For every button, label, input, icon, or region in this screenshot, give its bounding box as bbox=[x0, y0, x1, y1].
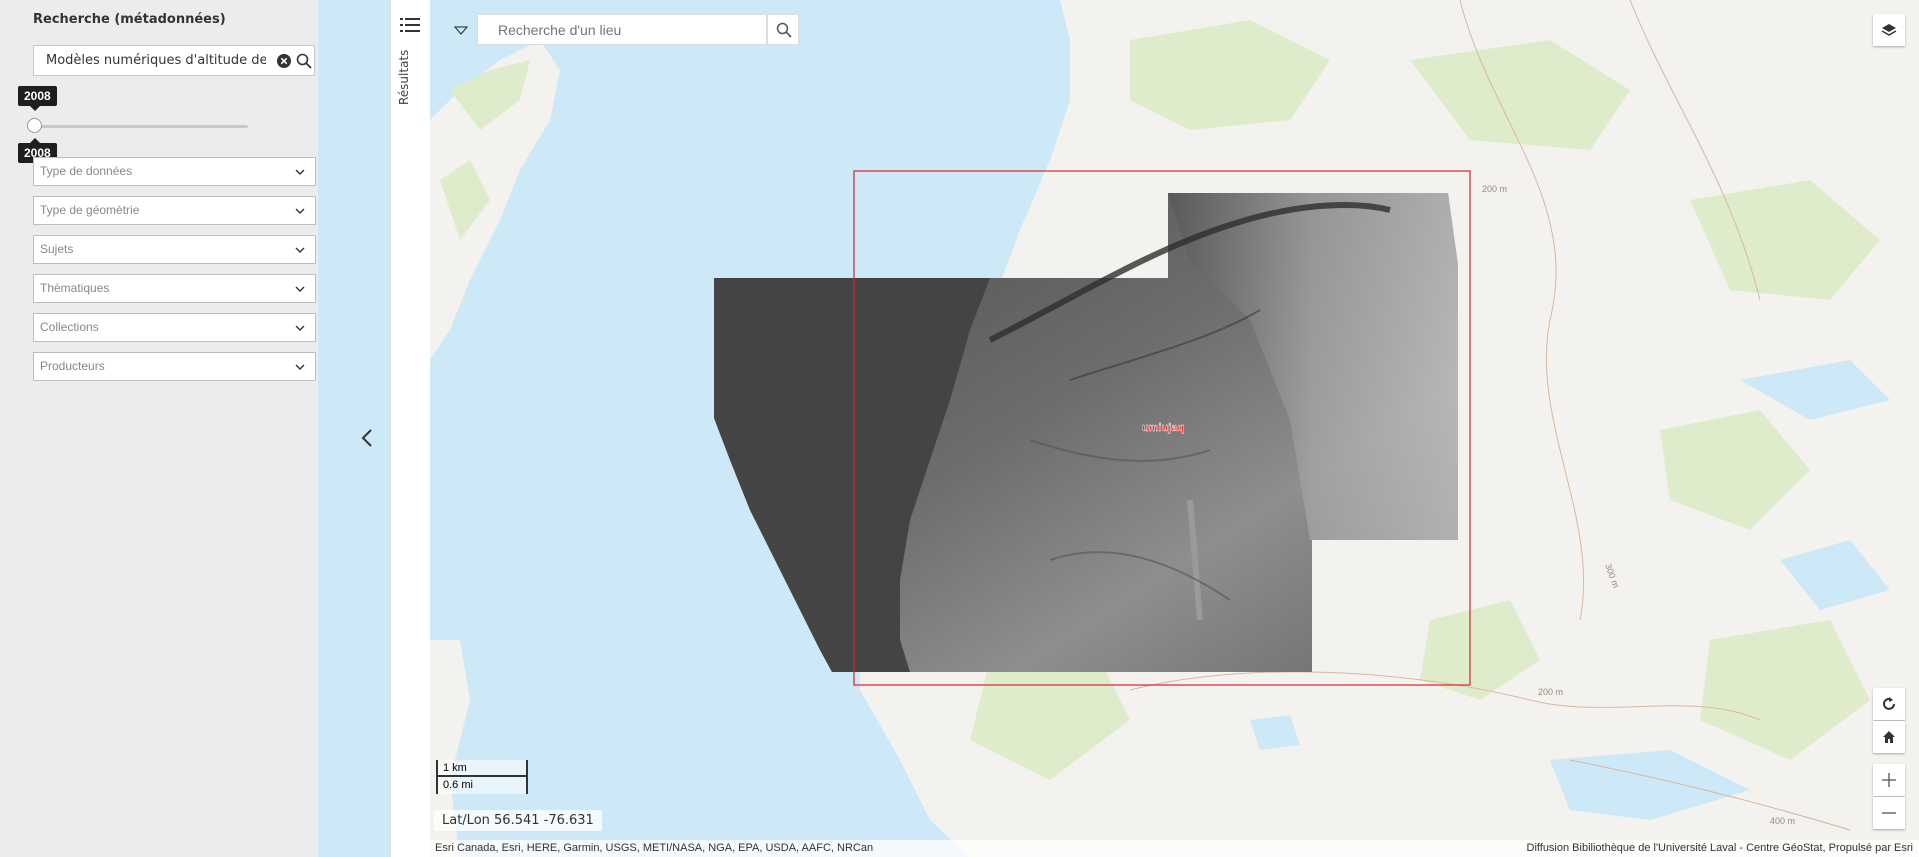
coordinates-readout: Lat/Lon 56.541 -76.631 bbox=[434, 810, 602, 831]
map-attribution: Esri Canada, Esri, HERE, Garmin, USGS, M… bbox=[430, 840, 1919, 857]
scale-bar: 1 km 0.6 mi bbox=[436, 760, 528, 794]
filter-label: Thèmatiques bbox=[40, 281, 110, 295]
list-icon[interactable] bbox=[400, 17, 420, 33]
home-icon bbox=[1883, 731, 1895, 743]
chevron-down-icon bbox=[295, 247, 305, 253]
filter-collections[interactable]: Collections bbox=[33, 313, 316, 342]
chevron-down-icon bbox=[295, 169, 305, 175]
basemap: 200 m 300 m 200 m 400 m umiujaq bbox=[430, 0, 1919, 857]
filter-data-type[interactable]: Type de données bbox=[33, 157, 316, 186]
place-label-umiujaq[interactable]: umiujaq bbox=[1142, 422, 1185, 434]
home-button[interactable] bbox=[1873, 721, 1905, 753]
contour-label: 400 m bbox=[1770, 816, 1795, 826]
chevron-left-icon[interactable] bbox=[361, 428, 373, 448]
filter-themes[interactable]: Thèmatiques bbox=[33, 274, 316, 303]
attribution-provider[interactable]: Diffusion Bibiliothèque de l'Université … bbox=[1527, 842, 1913, 854]
minus-icon bbox=[1882, 812, 1896, 814]
filter-label: Type de géomètrie bbox=[40, 203, 140, 217]
filter-label: Type de données bbox=[40, 164, 133, 178]
search-icon bbox=[776, 22, 792, 38]
filter-label: Sujets bbox=[40, 242, 74, 256]
map-view[interactable]: 200 m 300 m 200 m 400 m umiujaq bbox=[430, 0, 1919, 857]
zoom-out-button[interactable] bbox=[1873, 797, 1905, 829]
place-search-box bbox=[477, 14, 767, 45]
filter-geometry-type[interactable]: Type de géomètrie bbox=[33, 196, 316, 225]
scale-km-label: 1 km bbox=[436, 760, 528, 777]
zoom-in-button[interactable] bbox=[1873, 764, 1905, 796]
chevron-down-icon bbox=[295, 364, 305, 370]
chevron-down-icon bbox=[295, 208, 305, 214]
rotate-compass-button[interactable] bbox=[1873, 688, 1905, 720]
chevron-down-icon bbox=[295, 325, 305, 331]
search-sidebar: Recherche (métadonnées) 2008 2008 Type d… bbox=[0, 0, 417, 857]
metadata-search-box bbox=[33, 45, 315, 76]
attribution-sources: Esri Canada, Esri, HERE, Garmin, USGS, M… bbox=[435, 842, 874, 854]
year-slider-track[interactable] bbox=[34, 125, 248, 128]
slider-max-tooltip: 2008 bbox=[18, 86, 57, 111]
chevron-down-icon bbox=[295, 286, 305, 292]
filter-label: Producteurs bbox=[40, 359, 105, 373]
year-slider-handle[interactable] bbox=[27, 118, 42, 133]
contour-label: 200 m bbox=[1538, 687, 1563, 697]
sidebar-title: Recherche (métadonnées) bbox=[33, 12, 226, 27]
contour-label: 200 m bbox=[1482, 184, 1507, 194]
results-panel-toggle[interactable]: Résultats bbox=[390, 0, 431, 857]
layers-icon bbox=[1881, 24, 1897, 36]
metadata-search-input[interactable] bbox=[34, 46, 266, 75]
plus-icon bbox=[1882, 773, 1896, 787]
layers-button[interactable] bbox=[1873, 14, 1905, 46]
scale-mi-label: 0.6 mi bbox=[436, 777, 528, 794]
search-options-button[interactable] bbox=[446, 14, 476, 47]
filter-subjects[interactable]: Sujets bbox=[33, 235, 316, 264]
clear-icon[interactable] bbox=[277, 54, 291, 68]
results-tab-label[interactable]: Résultats bbox=[397, 50, 411, 105]
filter-producers[interactable]: Producteurs bbox=[33, 352, 316, 381]
filter-label: Collections bbox=[40, 320, 99, 334]
compass-icon bbox=[1883, 697, 1895, 710]
search-icon[interactable] bbox=[296, 53, 312, 69]
caret-down-icon bbox=[454, 26, 468, 35]
place-search-button[interactable] bbox=[767, 14, 799, 45]
place-search-input[interactable] bbox=[478, 15, 748, 44]
